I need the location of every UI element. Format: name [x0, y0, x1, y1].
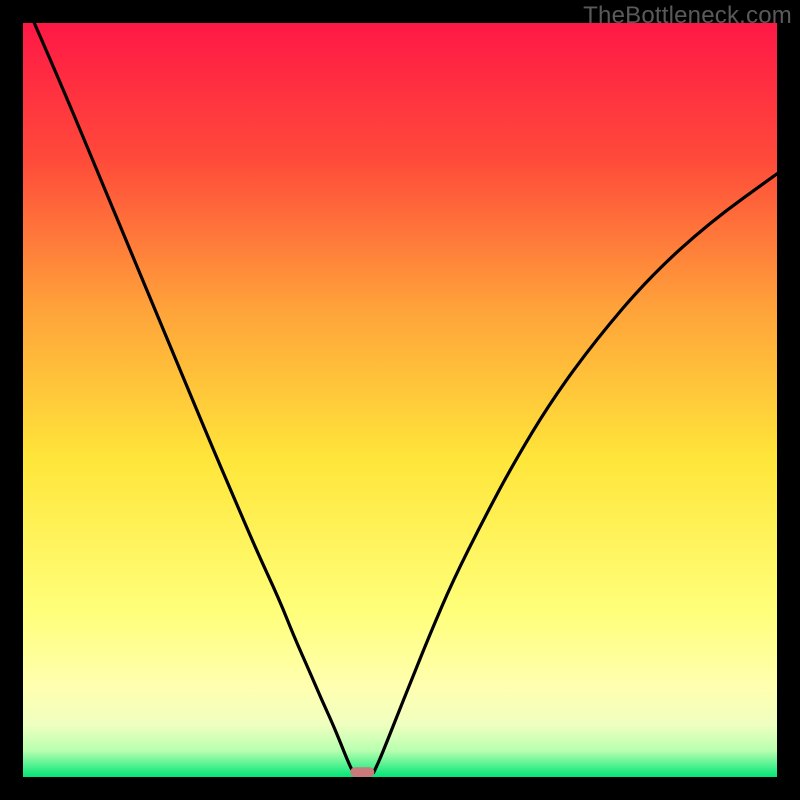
bottleneck-marker — [350, 767, 374, 777]
watermark-text: TheBottleneck.com — [583, 2, 792, 30]
chart-canvas — [23, 23, 777, 777]
chart-background — [23, 23, 777, 777]
plot-frame — [23, 23, 777, 777]
